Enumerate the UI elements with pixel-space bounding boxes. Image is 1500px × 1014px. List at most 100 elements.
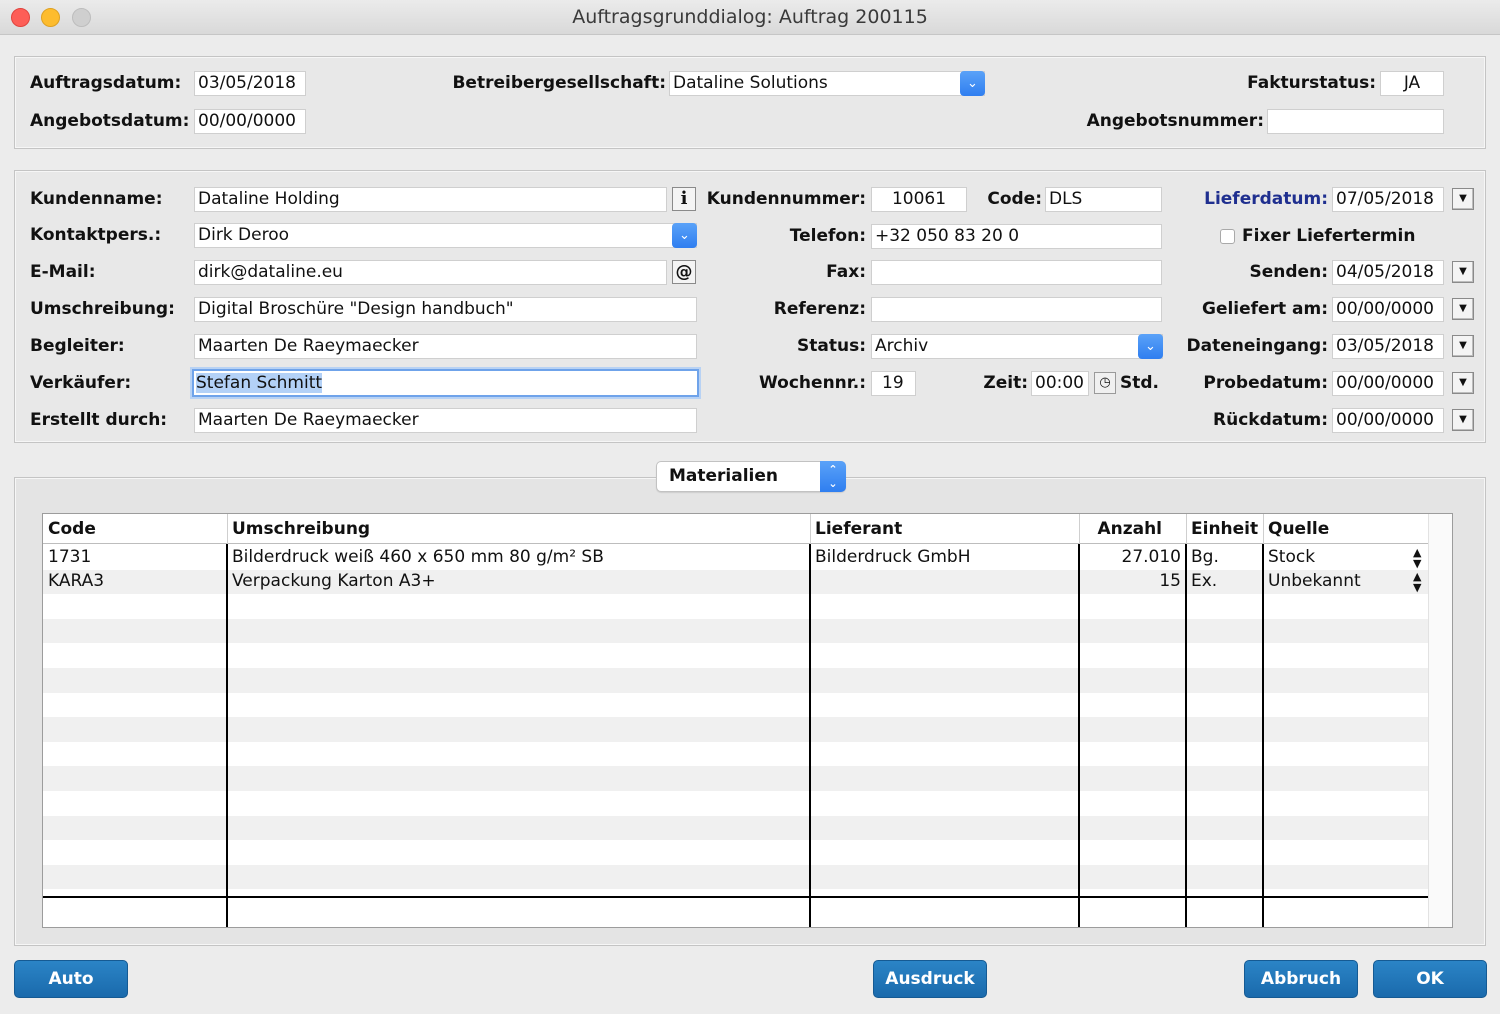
email-label: E-Mail:: [30, 262, 96, 282]
table-row[interactable]: [43, 766, 1428, 791]
table-cell-anzahl[interactable]: 27.010: [1079, 545, 1186, 569]
telefon-label: Telefon:: [789, 226, 866, 246]
verkaeufer-selected-text: Stefan Schmitt: [196, 373, 323, 393]
window-title: Auftragsgrunddialog: Auftrag 200115: [572, 6, 928, 28]
code-label: Code:: [987, 189, 1042, 209]
table-cell-umschreibung[interactable]: Verpackung Karton A3+: [227, 569, 810, 593]
email-field[interactable]: dirk@dataline.eu: [194, 260, 667, 285]
ok-button[interactable]: OK: [1373, 960, 1487, 998]
fakturstatus-field[interactable]: JA: [1380, 71, 1444, 96]
geliefert-dropdown-icon[interactable]: ▼: [1452, 298, 1474, 320]
table-row[interactable]: [43, 668, 1428, 693]
umschreibung-field[interactable]: Digital Broschüre "Design handbuch": [194, 297, 697, 322]
table-cell-anzahl[interactable]: 15: [1079, 569, 1186, 593]
table-row[interactable]: [43, 864, 1428, 890]
column-line: [1262, 544, 1264, 927]
rueckdatum-dropdown-icon[interactable]: ▼: [1452, 409, 1474, 431]
lieferdatum-field[interactable]: 07/05/2018: [1332, 187, 1444, 212]
erstellt-field[interactable]: Maarten De Raeymaecker: [194, 408, 697, 433]
table-header: Code Umschreibung Lieferant Anzahl Einhe…: [43, 514, 1452, 544]
kontakt-value: Dirk Deroo: [198, 225, 290, 245]
table-cell-lieferant[interactable]: [810, 569, 1079, 593]
angebotsnummer-label: Angebotsnummer:: [1086, 111, 1264, 131]
table-cell-einheit[interactable]: Ex.: [1186, 569, 1263, 593]
auftragsdatum-label: Auftragsdatum:: [30, 73, 182, 93]
code-field[interactable]: DLS: [1045, 187, 1162, 212]
table-row[interactable]: [43, 840, 1428, 865]
kontakt-combo[interactable]: Dirk Deroo ⌄: [194, 223, 697, 248]
email-icon[interactable]: @: [672, 260, 696, 284]
table-row[interactable]: [43, 889, 1428, 914]
table-cell-code[interactable]: 1731: [43, 545, 227, 569]
kundenname-field[interactable]: Dataline Holding: [194, 187, 667, 212]
table-cell-quelle[interactable]: Unbekannt: [1263, 569, 1408, 593]
kundennummer-field[interactable]: 10061: [871, 187, 967, 212]
betreiber-combo[interactable]: Dataline Solutions ⌄: [669, 71, 985, 96]
table-scrollbar[interactable]: [1428, 514, 1452, 927]
table-row[interactable]: [43, 618, 1428, 644]
fax-field[interactable]: [871, 260, 1162, 285]
column-header-quelle[interactable]: Quelle: [1263, 514, 1428, 544]
auftragsdatum-field[interactable]: 03/05/2018: [194, 71, 306, 96]
column-header-anzahl[interactable]: Anzahl: [1079, 514, 1186, 544]
auto-button[interactable]: Auto: [14, 960, 128, 998]
wochennr-field[interactable]: 19: [871, 371, 916, 396]
table-cell-quelle[interactable]: Stock: [1263, 545, 1408, 569]
table-row[interactable]: [43, 815, 1428, 841]
info-icon[interactable]: i: [672, 187, 696, 211]
probedatum-field[interactable]: 00/00/0000: [1332, 371, 1444, 396]
quelle-stepper-icon[interactable]: ▲ ▼: [1408, 569, 1426, 593]
table-footer-line: [43, 896, 1428, 898]
zeit-label: Zeit:: [983, 373, 1028, 393]
table-cell-code[interactable]: KARA3: [43, 569, 227, 593]
ausdruck-button[interactable]: Ausdruck: [873, 960, 987, 998]
telefon-field[interactable]: +32 050 83 20 0: [871, 224, 1162, 249]
wochennr-label: Wochennr.:: [759, 373, 866, 393]
table-row[interactable]: [43, 717, 1428, 742]
table-cell-lieferant[interactable]: Bilderdruck GmbH: [810, 545, 1079, 569]
dateneingang-field[interactable]: 03/05/2018: [1332, 334, 1444, 359]
column-divider: [1263, 514, 1264, 544]
table-cell-umschreibung[interactable]: Bilderdruck weiß 460 x 650 mm 80 g/m² SB: [227, 545, 810, 569]
angebotsnummer-field[interactable]: [1267, 109, 1444, 134]
status-combo[interactable]: Archiv ⌄: [871, 334, 1163, 359]
column-header-umschreibung[interactable]: Umschreibung: [227, 514, 810, 544]
dateneingang-dropdown-icon[interactable]: ▼: [1452, 335, 1474, 357]
geliefert-field[interactable]: 00/00/0000: [1332, 297, 1444, 322]
angebotsdatum-field[interactable]: 00/00/0000: [194, 109, 306, 134]
senden-dropdown-icon[interactable]: ▼: [1452, 261, 1474, 283]
fixer-liefertermin-checkbox[interactable]: [1220, 229, 1235, 244]
table-cell-einheit[interactable]: Bg.: [1186, 545, 1263, 569]
rueckdatum-field[interactable]: 00/00/0000: [1332, 408, 1444, 433]
std-label: Std.: [1120, 373, 1159, 393]
fax-label: Fax:: [826, 262, 866, 282]
referenz-field[interactable]: [871, 297, 1162, 322]
quelle-stepper-icon[interactable]: ▲ ▼: [1408, 545, 1426, 569]
begleiter-label: Begleiter:: [30, 336, 125, 356]
column-header-lieferant[interactable]: Lieferant: [810, 514, 1079, 544]
table-row[interactable]: [43, 742, 1428, 767]
table-row[interactable]: [43, 643, 1428, 668]
table-row[interactable]: [43, 693, 1428, 718]
clock-icon[interactable]: ◷: [1094, 372, 1116, 394]
table-row[interactable]: [43, 791, 1428, 816]
umschreibung-label: Umschreibung:: [30, 299, 175, 319]
lieferdatum-dropdown-icon[interactable]: ▼: [1452, 188, 1474, 210]
materials-selector[interactable]: Materialien ⌃ ⌄: [656, 461, 846, 492]
senden-field[interactable]: 04/05/2018: [1332, 260, 1444, 285]
geliefert-label: Geliefert am:: [1201, 299, 1328, 319]
begleiter-field[interactable]: Maarten De Raeymaecker: [194, 334, 697, 359]
chevron-down-icon[interactable]: ⌄: [672, 223, 697, 248]
zeit-field[interactable]: 00:00: [1031, 371, 1089, 396]
table-row[interactable]: [43, 594, 1428, 619]
chevron-down-icon[interactable]: ⌄: [960, 71, 985, 96]
abbruch-button[interactable]: Abbruch: [1244, 960, 1358, 998]
column-header-code[interactable]: Code: [43, 514, 227, 544]
fixer-liefertermin-label: Fixer Liefertermin: [1242, 226, 1416, 246]
verkaeufer-field[interactable]: Stefan Schmitt: [192, 369, 699, 397]
column-header-einheit[interactable]: Einheit: [1186, 514, 1263, 544]
chevron-down-icon[interactable]: ⌄: [1138, 334, 1163, 359]
angebotsdatum-label: Angebotsdatum:: [30, 111, 190, 131]
probedatum-dropdown-icon[interactable]: ▼: [1452, 372, 1474, 394]
column-line: [1078, 544, 1080, 927]
